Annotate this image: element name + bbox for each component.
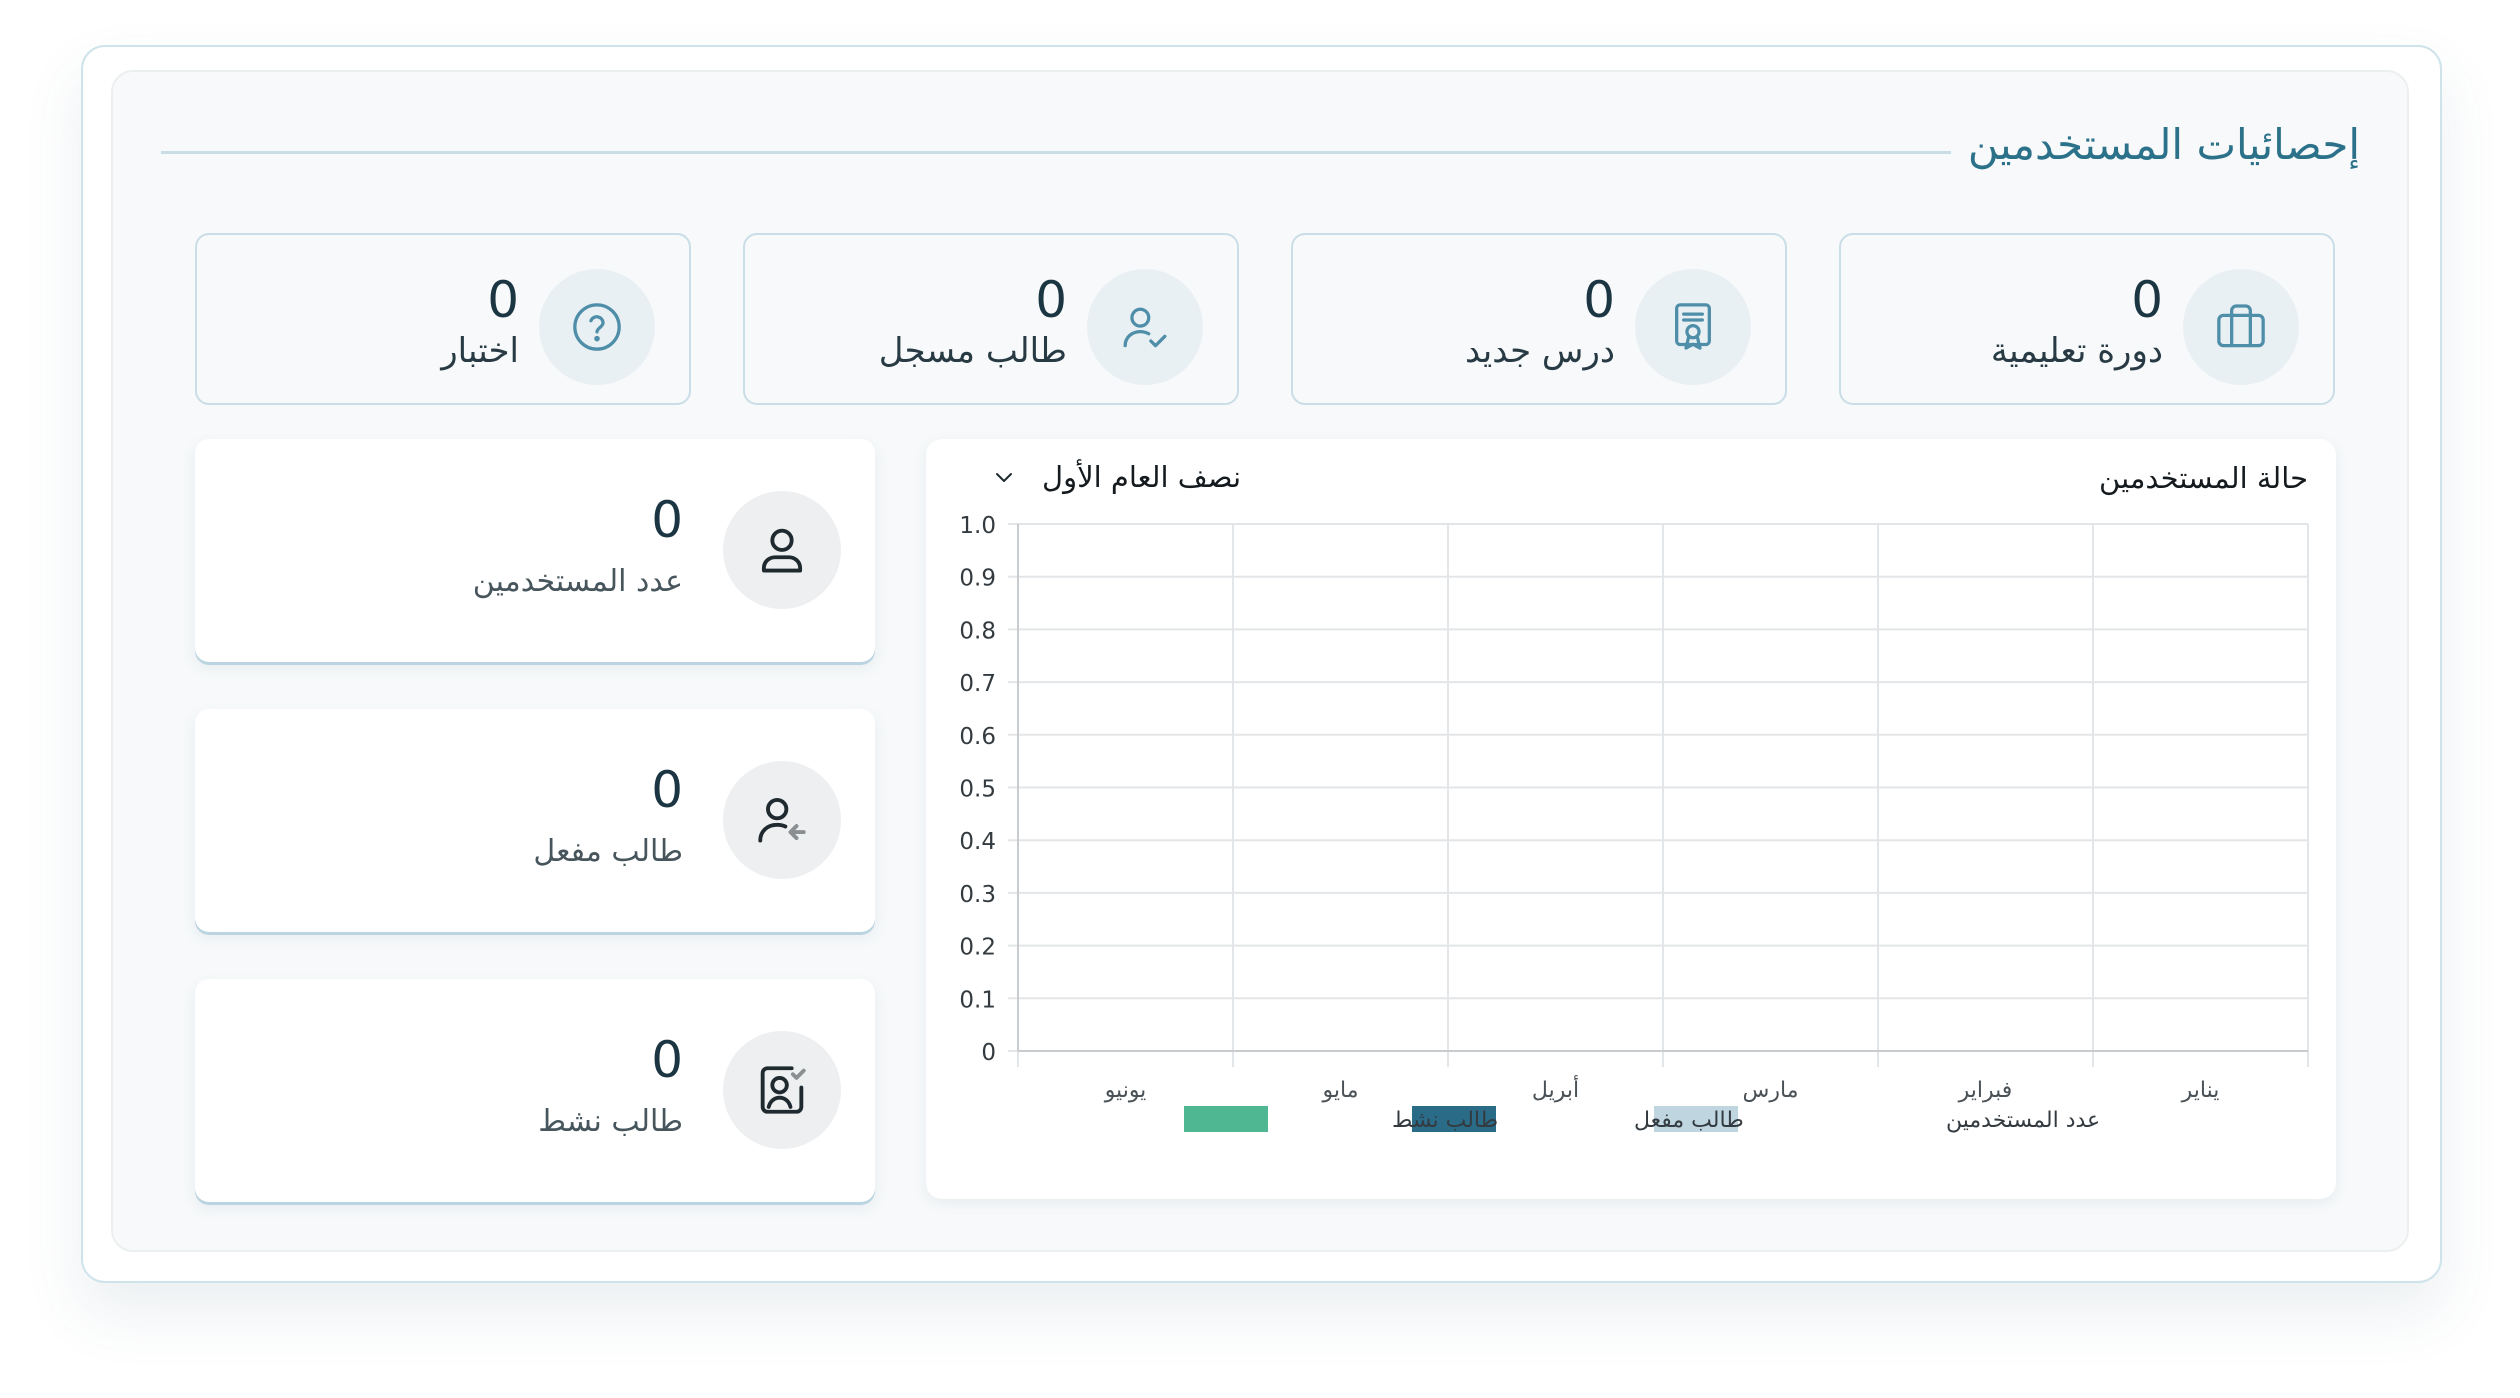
y-tick-label: 0.6 — [959, 724, 996, 750]
stat-card-lessons[interactable]: 0 درس جديد — [1291, 233, 1787, 405]
x-tick-label: يونيو — [1104, 1078, 1147, 1103]
user-check-icon — [1087, 269, 1203, 385]
y-tick-label: 0.1 — [959, 987, 996, 1013]
x-tick-label: يناير — [2181, 1078, 2220, 1103]
user-card-check-icon — [723, 1031, 841, 1149]
stat-label: طالب مسجل — [878, 331, 1067, 371]
y-tick-label: 1.0 — [959, 513, 996, 539]
legend-label: طالب مفعل — [1634, 1108, 1744, 1133]
stat-label: دورة تعليمية — [1990, 331, 2163, 371]
legend-label: عدد المستخدمين — [1946, 1108, 2100, 1133]
legend-swatch — [1184, 1106, 1268, 1132]
stat-label: طالب مفعل — [533, 834, 683, 869]
user-icon — [723, 491, 841, 609]
chart-title: حالة المستخدمين — [2099, 461, 2308, 495]
y-tick-label: 0.9 — [959, 566, 996, 592]
legend-label: طالب نشط — [1392, 1108, 1498, 1133]
section-title: إحصائيات المستخدمين — [1967, 120, 2360, 169]
user-arrow-icon — [723, 761, 841, 879]
stat-value: 0 — [487, 271, 519, 329]
stat-value: 0 — [651, 491, 683, 549]
chevron-down-icon — [996, 473, 1012, 482]
chart-panel: 0 0.1 0.2 0.3 0.4 0.5 0.6 0.7 0.8 0.9 1.0 يناير فبرا… — [926, 439, 2336, 1199]
y-tick-label: 0.3 — [959, 882, 996, 908]
stat-value: 0 — [651, 1031, 683, 1089]
y-tick-label: 0.2 — [959, 935, 996, 961]
x-tick-label: مارس — [1743, 1078, 1799, 1103]
x-tick-label: أبريل — [1532, 1075, 1579, 1103]
stat-card-registered-students[interactable]: 0 طالب مسجل — [743, 233, 1239, 405]
stat-label: درس جديد — [1464, 331, 1615, 371]
y-tick-label: 0.5 — [959, 777, 996, 803]
period-dropdown[interactable]: نصف العام الأول — [992, 457, 1241, 497]
y-tick-label: 0.7 — [959, 671, 996, 697]
stat-label: عدد المستخدمين — [472, 564, 683, 599]
briefcase-icon — [2183, 269, 2299, 385]
section-divider — [161, 151, 1951, 154]
stat-value: 0 — [1035, 271, 1067, 329]
user-card-activated-students[interactable]: 0 طالب مفعل — [195, 709, 875, 932]
y-tick-label: 0.4 — [959, 829, 996, 855]
stat-value: 0 — [1583, 271, 1615, 329]
stat-label: طالب نشط — [538, 1104, 683, 1139]
stat-card-quizzes[interactable]: 0 اختبار — [195, 233, 691, 405]
stat-label: اختبار — [441, 331, 519, 371]
stat-value: 0 — [651, 761, 683, 819]
stat-value: 0 — [2131, 271, 2163, 329]
certificate-icon — [1635, 269, 1751, 385]
period-label: نصف العام الأول — [1042, 460, 1242, 494]
x-tick-label: مايو — [1322, 1078, 1359, 1103]
question-circle-icon — [539, 269, 655, 385]
x-tick-label: فبراير — [1958, 1078, 2013, 1103]
user-card-active-students[interactable]: 0 طالب نشط — [195, 979, 875, 1202]
y-tick-label: 0 — [981, 1040, 996, 1066]
users-status-chart: 0 0.1 0.2 0.3 0.4 0.5 0.6 0.7 0.8 0.9 1.0 يناير فبرا… — [959, 513, 2309, 1133]
y-tick-label: 0.8 — [959, 618, 996, 644]
stat-card-courses[interactable]: 0 دورة تعليمية — [1839, 233, 2335, 405]
user-card-total-users[interactable]: 0 عدد المستخدمين — [195, 439, 875, 662]
